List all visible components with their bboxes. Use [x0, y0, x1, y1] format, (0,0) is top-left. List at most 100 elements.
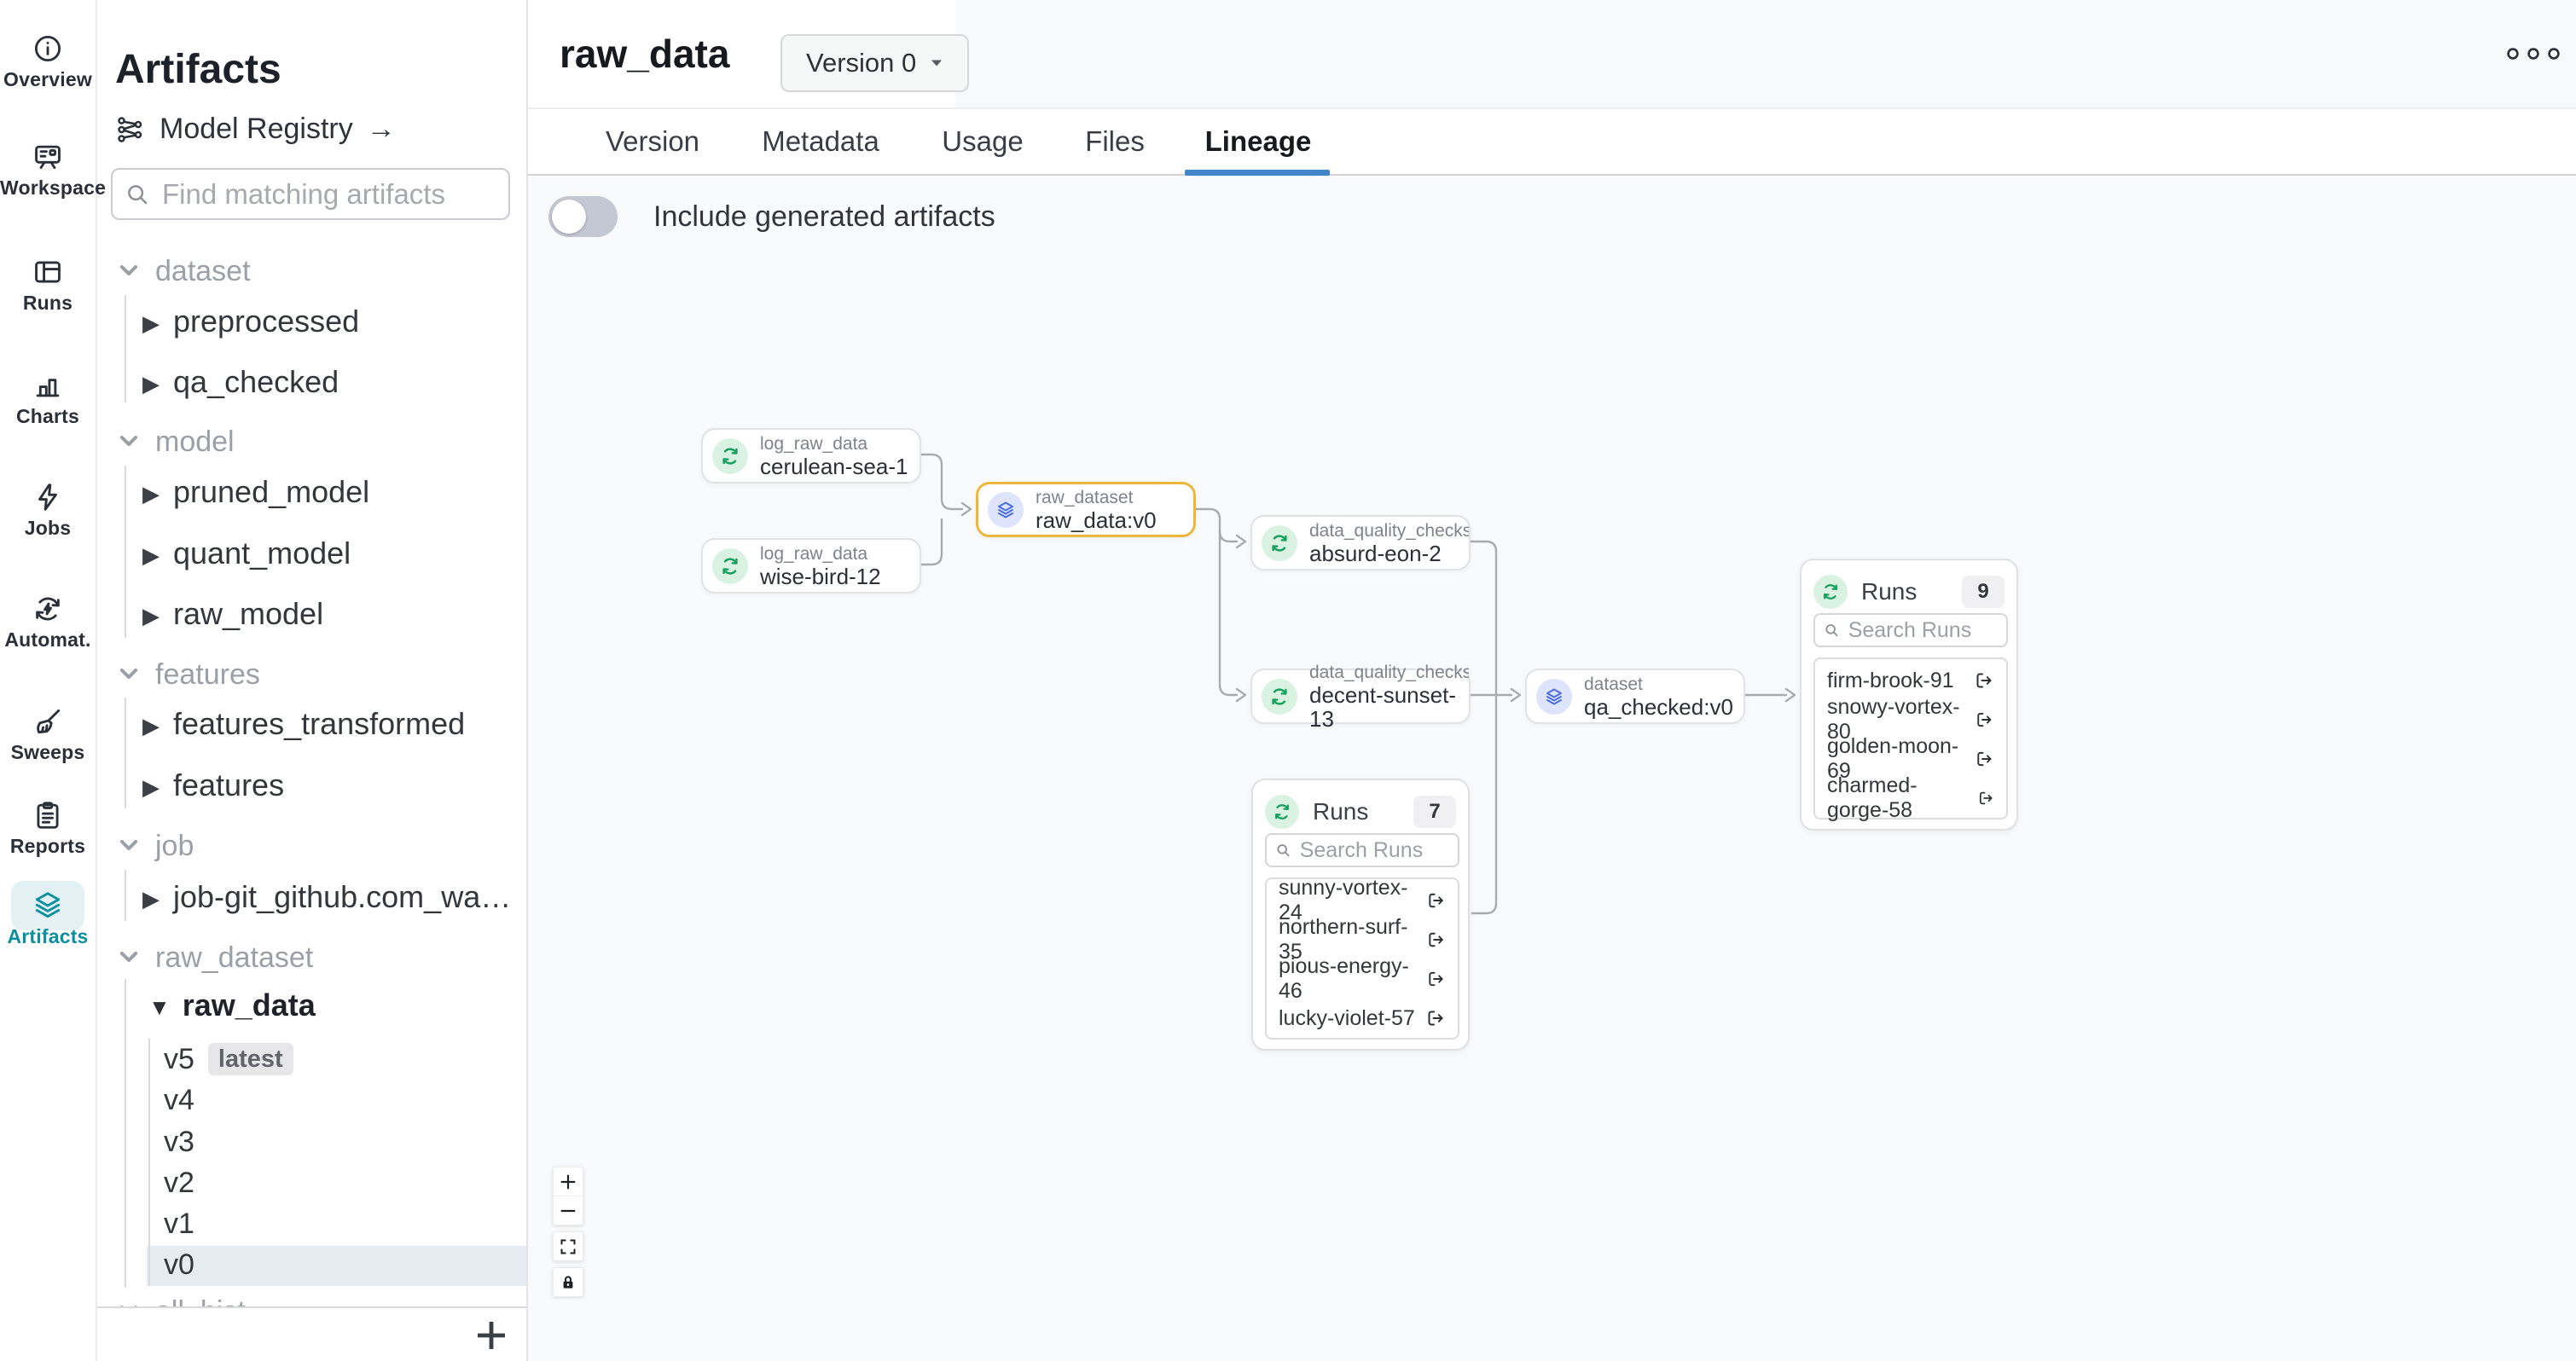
nav-label: Automat.	[0, 628, 96, 652]
version-item-v4[interactable]: v4	[164, 1081, 194, 1119]
fit-view-icon	[560, 1238, 577, 1255]
version-item-v1[interactable]: v1	[164, 1205, 194, 1242]
lineage-node-absurd-eon-2[interactable]: data_quality_checksabsurd-eon-2	[1250, 515, 1471, 570]
chevron-down-icon	[118, 663, 140, 685]
nav-item-artifacts[interactable]: Artifacts	[0, 889, 96, 948]
tree-section-job[interactable]: job	[118, 827, 194, 865]
node-name: absurd-eon-2	[1309, 542, 1469, 565]
panel-title: Artifacts	[115, 46, 281, 93]
runs-list: sunny-vortex-24 northern-surf-35 pious-e…	[1265, 877, 1459, 1040]
version-item-v2[interactable]: v2	[164, 1164, 194, 1202]
add-artifact-button[interactable]	[471, 1315, 512, 1356]
zoom-out-button[interactable]	[554, 1196, 583, 1225]
version-item-v3[interactable]: v3	[164, 1123, 194, 1161]
fit-view-button[interactable]	[554, 1232, 583, 1260]
run-icon	[1262, 525, 1297, 561]
version-item-v5[interactable]: v5latest	[164, 1040, 293, 1078]
search-icon	[125, 182, 150, 207]
run-row[interactable]: pious-energy-46	[1267, 959, 1458, 999]
tree-guide	[125, 698, 126, 808]
node-type-label: dataset	[1584, 675, 1733, 695]
tree-item-job-git[interactable]: ▶job-git_github.com_wa…	[142, 878, 511, 916]
tree-section-raw-dataset[interactable]: raw_dataset	[118, 939, 313, 976]
nav-item-charts[interactable]: Charts	[0, 369, 96, 428]
nav-item-automations[interactable]: Automat.	[0, 593, 96, 652]
artifact-icon	[1536, 679, 1572, 715]
open-run-icon[interactable]	[1975, 749, 1994, 769]
nav-item-jobs[interactable]: Jobs	[0, 481, 96, 540]
runs-search-input[interactable]	[1298, 837, 1449, 864]
tab-metadata[interactable]: Metadata	[762, 109, 879, 174]
tab-files[interactable]: Files	[1085, 109, 1145, 174]
run-row[interactable]: lucky-violet-57	[1267, 999, 1458, 1038]
version-item-v0-selected[interactable]: v0	[164, 1246, 194, 1283]
chevron-down-icon	[118, 259, 140, 281]
tree-section-features[interactable]: features	[118, 656, 260, 693]
lineage-node-raw-data-v0[interactable]: raw_datasetraw_data:v0	[976, 482, 1196, 537]
open-run-icon[interactable]	[1426, 890, 1446, 911]
nav-label: Workspace	[0, 177, 96, 200]
nav-label: Artifacts	[0, 925, 96, 948]
node-type-label: log_raw_data	[760, 434, 908, 455]
lock-button[interactable]	[554, 1268, 583, 1296]
lineage-node-decent-sunset-13[interactable]: data_quality_checksdecent-sunset-13	[1250, 669, 1471, 724]
open-run-icon[interactable]	[1426, 930, 1446, 950]
artifact-search-box	[111, 168, 510, 220]
tree-item-features-transformed[interactable]: ▶features_transformed	[142, 705, 465, 743]
zoom-in-button[interactable]	[554, 1167, 583, 1196]
lineage-node-qa-checked-v0[interactable]: datasetqa_checked:v0	[1525, 669, 1745, 724]
tree-item-features[interactable]: ▶features	[142, 767, 284, 804]
tree-item-pruned-model[interactable]: ▶pruned_model	[142, 473, 369, 511]
chevron-down-icon	[118, 946, 140, 968]
open-run-icon[interactable]	[1974, 670, 1994, 691]
tree-item-raw-model[interactable]: ▶raw_model	[142, 595, 323, 633]
nav-label: Overview	[0, 68, 96, 91]
runs-panel-7: Runs 7 sunny-vortex-24 northern-surf-35 …	[1251, 779, 1470, 1051]
run-row[interactable]: charmed-gorge-58	[1815, 779, 2006, 818]
arrow-right-icon: →	[367, 113, 396, 146]
tab-bar: Version Metadata Usage Files Lineage	[526, 109, 2576, 176]
runs-search-input[interactable]	[1847, 617, 1998, 644]
lineage-node-wise-bird-12[interactable]: log_raw_datawise-bird-12	[701, 538, 921, 594]
tab-usage[interactable]: Usage	[942, 109, 1023, 174]
lightning-icon	[32, 481, 64, 513]
triangle-down-icon: ▼	[148, 988, 171, 1026]
nav-item-sweeps[interactable]: Sweeps	[0, 705, 96, 764]
nav-item-reports[interactable]: Reports	[0, 799, 96, 858]
tree-collection-raw-data[interactable]: ▼raw_data	[148, 987, 316, 1024]
node-name: decent-sunset-13	[1309, 683, 1469, 731]
tree-item-preprocessed[interactable]: ▶preprocessed	[142, 303, 359, 340]
open-run-icon[interactable]	[1426, 969, 1446, 989]
node-name: qa_checked:v0	[1584, 695, 1733, 719]
include-generated-artifacts-toggle[interactable]	[548, 196, 618, 237]
tab-version[interactable]: Version	[606, 109, 699, 174]
more-menu-button[interactable]	[2505, 43, 2561, 69]
artifacts-sidebar: Artifacts Model Registry → dataset ▶prep…	[96, 0, 528, 1361]
tree-section-dataset[interactable]: dataset	[118, 252, 251, 290]
open-run-icon[interactable]	[1977, 788, 1994, 808]
run-icon	[712, 438, 748, 474]
latest-badge: latest	[208, 1043, 293, 1075]
toggle-knob	[552, 200, 586, 234]
nav-item-runs[interactable]: Runs	[0, 256, 96, 315]
model-registry-label: Model Registry	[160, 113, 353, 146]
nav-item-overview[interactable]: Overview	[0, 32, 96, 91]
open-run-icon[interactable]	[1975, 709, 1994, 730]
nav-label: Sweeps	[0, 741, 96, 764]
model-registry-link[interactable]: Model Registry →	[115, 113, 396, 146]
tab-lineage[interactable]: Lineage	[1205, 109, 1312, 174]
tree-item-qa-checked[interactable]: ▶qa_checked	[142, 363, 339, 401]
nav-item-workspace[interactable]: Workspace	[0, 141, 96, 200]
selected-version-highlight	[147, 1246, 526, 1286]
table-icon	[32, 256, 64, 288]
automations-icon	[32, 593, 64, 625]
node-type-label: raw_dataset	[1036, 488, 1157, 508]
version-dropdown-button[interactable]: Version 0	[780, 34, 969, 92]
lineage-node-cerulean-sea-1[interactable]: log_raw_datacerulean-sea-1	[701, 428, 921, 484]
artifact-search-input[interactable]	[160, 177, 496, 211]
open-run-icon[interactable]	[1425, 1008, 1446, 1028]
tree-section-model[interactable]: model	[118, 423, 235, 460]
runs-panel-title: Runs	[1861, 578, 1948, 605]
tree-item-quant-model[interactable]: ▶quant_model	[142, 535, 351, 572]
header-gray-zone	[955, 0, 2576, 107]
